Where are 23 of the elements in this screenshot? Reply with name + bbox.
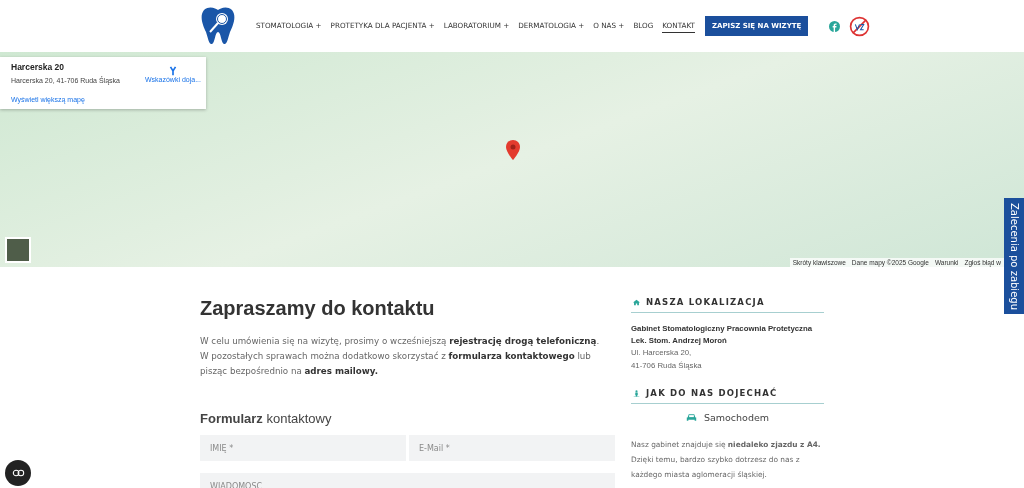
intro-paragraph: W celu umówienia się na wizytę, prosimy o wcześniejszą rejestrację drogą telefoniczną. [200, 335, 601, 348]
tooth-logo-icon[interactable] [200, 5, 236, 47]
car-icon [685, 413, 697, 422]
directions-icon [168, 66, 178, 76]
facebook-icon[interactable] [829, 20, 841, 32]
satellite-thumbnail[interactable] [5, 237, 31, 263]
section-heading: JAK DO NAS DOJECHAĆ [646, 388, 778, 398]
cookie-icon [11, 469, 25, 477]
page-heading: Zapraszamy do kontaktu [200, 297, 436, 320]
input-field[interactable]: IMIĘ * [200, 435, 406, 461]
form-heading: Formularz kontaktowy [200, 411, 333, 426]
home-icon [633, 298, 640, 306]
place-title: Harcerska 20 [11, 62, 65, 72]
input-field[interactable]: WIADOMOŚĆ [200, 473, 615, 488]
side-tab[interactable]: Zalecenia po zabiegu [1004, 198, 1024, 314]
person-icon [633, 389, 640, 397]
section-heading: NASZA LOKALIZACJA [646, 297, 765, 307]
no-symbol-icon[interactable] [849, 15, 871, 37]
intro-paragraph: W pozostałych sprawach można dodatkowo skorzystać z formularza kontaktowego lub pisząc bezpośrednio na adres mailowy. [200, 350, 592, 378]
map-pin-icon [506, 140, 520, 160]
travel-mode: Samochodem [703, 412, 770, 423]
cookie-settings-button[interactable] [5, 460, 31, 486]
input-field[interactable]: E-Mail * [409, 435, 615, 461]
